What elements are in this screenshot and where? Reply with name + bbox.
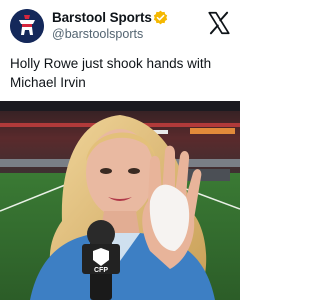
scoreboard-light — [190, 128, 235, 134]
post-media-image[interactable]: CFP — [0, 101, 240, 300]
x-logo-icon[interactable] — [206, 10, 232, 36]
author-avatar[interactable] — [10, 9, 44, 43]
author-handle[interactable]: @barstoolsports — [52, 27, 143, 41]
verified-badge-icon — [153, 10, 168, 25]
post-text: Holly Rowe just shook hands with Michael… — [10, 56, 212, 90]
mic-flag-label: CFP — [94, 267, 108, 274]
post-header: Barstool Sports @barstoolsports — [0, 0, 240, 50]
barstool-logo-icon — [10, 9, 44, 43]
author-name[interactable]: Barstool Sports — [52, 10, 152, 25]
